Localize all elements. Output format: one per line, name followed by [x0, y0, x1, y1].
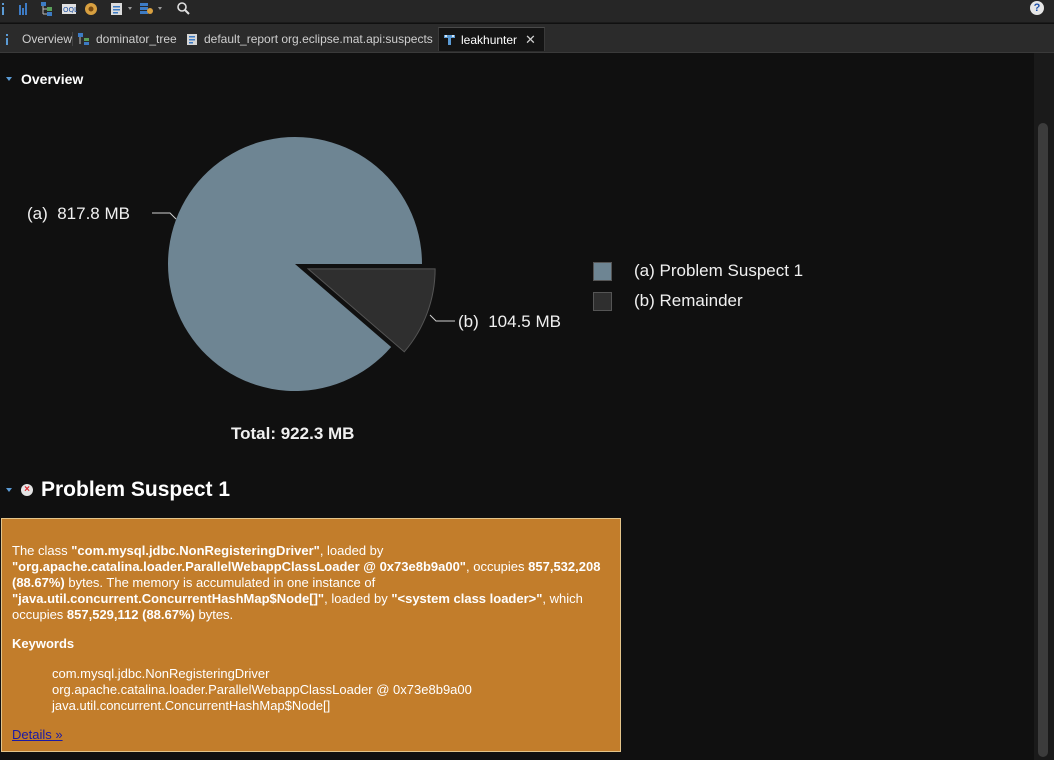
- legend-label: (b) Remainder: [634, 291, 743, 310]
- legend-item-remainder: (b) Remainder: [593, 291, 743, 311]
- pie-slice-problem-suspect: [168, 136, 422, 391]
- tab-overview[interactable]: Overview: [0, 27, 72, 51]
- keywords-heading: Keywords: [12, 636, 75, 651]
- tab-dominator-tree[interactable]: dominator_tree: [74, 27, 182, 51]
- suspect-instance-bytes: 857,529,112 (88.67%): [66, 607, 195, 622]
- close-tab-icon[interactable]: ✕: [525, 32, 536, 48]
- tab-separator: [72, 32, 73, 46]
- thread-overview-icon[interactable]: [83, 1, 99, 17]
- legend-swatch: [593, 291, 612, 311]
- tree-icon: [78, 32, 91, 46]
- legend-label: (a) Problem Suspect 1: [634, 261, 804, 280]
- info-icon: [4, 33, 17, 46]
- suspect-class-loader: "org.apache.catalina.loader.ParallelWeba…: [12, 559, 466, 574]
- keyword-item: com.mysql.jdbc.NonRegisteringDriver: [52, 666, 270, 681]
- tab-label: Overview: [22, 32, 73, 46]
- keyword-item: java.util.concurrent.ConcurrentHashMap$N…: [52, 698, 331, 713]
- keywords-list: com.mysql.jdbc.NonRegisteringDriver org.…: [52, 666, 472, 714]
- problem-suspect-title: Problem Suspect 1: [41, 478, 231, 501]
- help-icon[interactable]: ?: [1030, 1, 1044, 15]
- tab-label: leakhunter: [461, 32, 518, 47]
- problem-suspect-box: The class "com.mysql.jdbc.NonRegistering…: [1, 518, 621, 752]
- main-toolbar: OQL ?: [0, 0, 1054, 23]
- tab-default-report[interactable]: default_report org.eclipse.mat.api:suspe…: [182, 27, 438, 51]
- query-browser-dropdown-icon[interactable]: [128, 7, 132, 10]
- slice-label-b: (b) 104.5 MB: [458, 312, 561, 331]
- scrollbar-thumb[interactable]: [1038, 123, 1048, 757]
- report-icon: [186, 33, 199, 46]
- editor-tab-bar: Overview dominator_tree default_report o…: [0, 24, 1054, 53]
- suspect-class-name: "com.mysql.jdbc.NonRegisteringDriver": [71, 543, 320, 558]
- vertical-scrollbar[interactable]: [1034, 53, 1054, 760]
- leader-line-a: [152, 212, 177, 220]
- legend-swatch: [593, 261, 612, 281]
- tab-leakhunter[interactable]: leakhunter ✕: [438, 27, 545, 51]
- find-object-dropdown-icon[interactable]: [158, 7, 162, 10]
- query-browser-icon[interactable]: [109, 1, 125, 17]
- histogram-icon[interactable]: [17, 1, 33, 17]
- suspect-instance-loader: "<system class loader>": [391, 591, 543, 606]
- find-object-icon[interactable]: [139, 1, 155, 17]
- details-link[interactable]: Details »: [12, 727, 63, 742]
- suspect-instance-type: "java.util.concurrent.ConcurrentHashMap$…: [12, 591, 325, 606]
- total-size-label: Total: 922.3 MB: [231, 424, 355, 443]
- dominator-tree-icon[interactable]: [40, 1, 56, 17]
- svg-text:OQL: OQL: [63, 6, 77, 14]
- tab-label: dominator_tree: [96, 32, 177, 46]
- error-icon: ×: [21, 484, 33, 496]
- tab-label: default_report org.eclipse.mat.api:suspe…: [204, 32, 433, 46]
- collapse-chevron-icon[interactable]: [6, 488, 12, 492]
- info-icon[interactable]: [0, 1, 16, 17]
- leakhunter-icon: [443, 33, 456, 46]
- problem-suspect-header[interactable]: × Problem Suspect 1: [6, 478, 230, 502]
- legend-item-problem-suspect: (a) Problem Suspect 1: [593, 261, 803, 281]
- search-icon[interactable]: [176, 1, 192, 17]
- oql-icon[interactable]: OQL: [61, 1, 78, 17]
- leader-line-b: [429, 314, 455, 322]
- keyword-item: org.apache.catalina.loader.ParallelWebap…: [52, 682, 472, 697]
- suspect-description: The class "com.mysql.jdbc.NonRegistering…: [12, 543, 601, 622]
- slice-label-a: (a) 817.8 MB: [27, 204, 130, 223]
